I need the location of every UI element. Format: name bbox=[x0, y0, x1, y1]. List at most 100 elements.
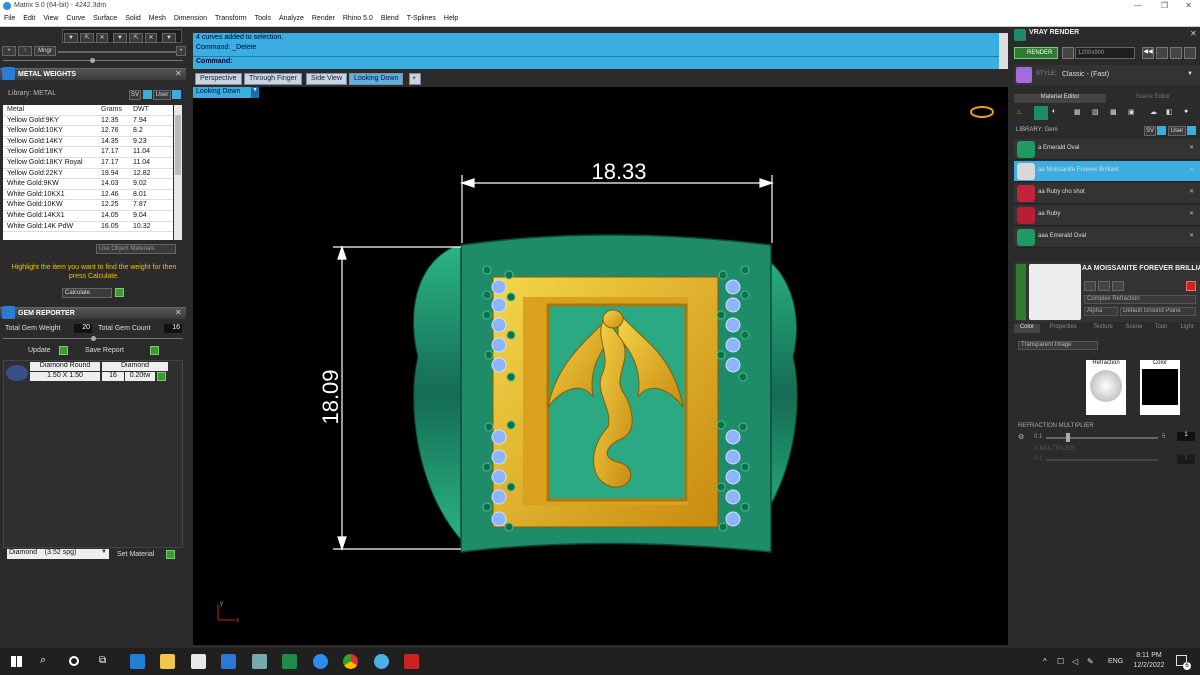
menu-view[interactable]: View bbox=[39, 13, 62, 22]
collapse-arrow-icon[interactable] bbox=[1016, 264, 1026, 320]
texture-icon[interactable]: ▦ bbox=[1074, 108, 1081, 116]
clock-date[interactable]: 12/2/2022 bbox=[1130, 662, 1168, 669]
play-icon[interactable]: ▼ bbox=[113, 33, 127, 43]
tab-scene-editor[interactable]: Scene Editor bbox=[1107, 94, 1199, 103]
sv-toggle[interactable] bbox=[143, 90, 152, 99]
calculate-field[interactable]: Calculate bbox=[62, 288, 112, 298]
add-icon[interactable]: + bbox=[2, 46, 16, 56]
tab-perspective[interactable]: Perspective bbox=[195, 73, 242, 85]
add-icon[interactable]: + bbox=[176, 46, 186, 56]
search-icon[interactable]: ⌕ bbox=[40, 654, 46, 667]
pen-icon[interactable]: ✎ bbox=[1087, 657, 1094, 666]
gem-icon[interactable] bbox=[1034, 106, 1048, 120]
cube-icon[interactable] bbox=[1156, 47, 1168, 59]
cortana-icon[interactable] bbox=[69, 656, 79, 666]
menu-blend[interactable]: Blend bbox=[377, 13, 403, 22]
minimize-button[interactable]: — bbox=[1134, 1, 1142, 10]
clone-icon[interactable]: ▣ bbox=[1128, 108, 1135, 116]
windows-start-icon[interactable] bbox=[11, 656, 22, 667]
tab-material-editor[interactable]: Material Editor bbox=[1014, 94, 1106, 103]
light-icon[interactable]: ● bbox=[1184, 108, 1188, 115]
menu-solid[interactable]: Solid bbox=[121, 13, 145, 22]
alpha-field[interactable]: Alpha bbox=[1084, 307, 1118, 316]
fire-icon[interactable]: ♨ bbox=[1016, 108, 1022, 116]
language-indicator[interactable]: ENG bbox=[1108, 658, 1123, 665]
close-icon[interactable]: ✕ bbox=[96, 33, 108, 43]
menu-mesh[interactable]: Mesh bbox=[145, 13, 170, 22]
grid-icon[interactable]: ▩ bbox=[1110, 108, 1117, 116]
navigation-widget-icon[interactable] bbox=[970, 106, 994, 118]
save-icon[interactable] bbox=[1170, 47, 1182, 59]
update-button[interactable]: Update bbox=[28, 347, 51, 354]
close-icon[interactable]: ✕ bbox=[1189, 166, 1194, 173]
x-multiplier-slider-track[interactable] bbox=[1046, 459, 1158, 461]
resolution-field[interactable]: 1200x900 bbox=[1075, 47, 1135, 59]
close-icon[interactable]: ✕ bbox=[1190, 29, 1197, 38]
tab-light[interactable]: Light bbox=[1176, 324, 1198, 330]
tab-toon[interactable]: Toon bbox=[1150, 324, 1172, 330]
vray-app-icon[interactable] bbox=[404, 654, 419, 669]
x-multiplier-value[interactable]: 1 bbox=[1177, 455, 1195, 464]
menu-tsplines[interactable]: T-Splines bbox=[403, 13, 440, 22]
prev-icon[interactable]: ◀◀ bbox=[1142, 47, 1154, 59]
table-row[interactable]: White Gold:10KX1 12.46 8.01 bbox=[3, 190, 173, 201]
table-row[interactable]: Yellow Gold:22KY 19.94 12.82 bbox=[3, 169, 173, 180]
user-button[interactable]: User bbox=[153, 90, 171, 100]
matrix-app-icon[interactable] bbox=[374, 654, 389, 669]
material-type-field[interactable]: Complex Refraction bbox=[1084, 295, 1196, 304]
file-explorer-icon[interactable] bbox=[160, 654, 175, 669]
menu-tools[interactable]: Tools bbox=[251, 13, 275, 22]
tab-texture[interactable]: Texture bbox=[1088, 324, 1118, 330]
tray-chevron-icon[interactable]: ^ bbox=[1043, 657, 1047, 666]
user-button[interactable]: User bbox=[1168, 126, 1186, 136]
close-icon[interactable]: ✕ bbox=[145, 33, 157, 43]
multiplier-slider-handle[interactable] bbox=[1066, 433, 1071, 442]
close-icon[interactable]: ✕ bbox=[175, 69, 182, 78]
menu-transform[interactable]: Transform bbox=[211, 13, 251, 22]
close-icon[interactable]: ✕ bbox=[1189, 210, 1194, 217]
slider-handle[interactable] bbox=[90, 58, 95, 63]
table-row[interactable]: Yellow Gold:18KY 17.17 11.04 bbox=[3, 147, 173, 158]
material-list-item[interactable]: aa Ruby cho shot ✕ bbox=[1014, 183, 1200, 204]
table-row[interactable]: White Gold:14KX1 14.05 9.04 bbox=[3, 211, 173, 222]
menu-analyze[interactable]: Analyze bbox=[275, 13, 308, 22]
layers-icon[interactable]: ☁ bbox=[1150, 108, 1157, 116]
multiplier-slider-track[interactable] bbox=[1046, 437, 1158, 439]
use-object-materials-checkbox[interactable]: Use Object Materials bbox=[96, 244, 176, 254]
render-button[interactable]: RENDER bbox=[1014, 47, 1058, 59]
close-icon[interactable]: ✕ bbox=[1189, 144, 1194, 151]
table-row[interactable]: Yellow Gold:14KY 14.35 9.23 bbox=[3, 137, 173, 148]
export-icon[interactable]: ◧ bbox=[1166, 108, 1173, 116]
menu-file[interactable]: File bbox=[0, 13, 19, 22]
chrome-icon[interactable] bbox=[343, 654, 358, 669]
manager-button[interactable]: Mngr bbox=[34, 46, 56, 56]
multiplier-value[interactable]: 1 bbox=[1177, 432, 1195, 441]
sv-toggle[interactable] bbox=[1157, 126, 1166, 135]
tab-color[interactable]: Color bbox=[1014, 324, 1040, 333]
save-report-go-button[interactable] bbox=[150, 346, 159, 355]
update-go-button[interactable] bbox=[59, 346, 68, 355]
sv-button[interactable]: SV bbox=[129, 90, 141, 100]
network-icon[interactable]: ☐ bbox=[1057, 657, 1064, 666]
command-input[interactable] bbox=[241, 57, 997, 68]
menu-surface[interactable]: Surface bbox=[89, 13, 121, 22]
table-row[interactable]: Yellow Gold:18KY Royal 17.17 11.04 bbox=[3, 158, 173, 169]
close-button[interactable]: ✕ bbox=[1185, 1, 1192, 10]
table-row[interactable]: Yellow Gold:10KY 12.76 8.2 bbox=[3, 126, 173, 137]
material-list-item[interactable]: a Emerald Oval ✕ bbox=[1014, 139, 1200, 160]
camera-icon[interactable] bbox=[1062, 47, 1074, 59]
menu-rhino[interactable]: Rhino 5.0 bbox=[339, 13, 377, 22]
excel-icon[interactable] bbox=[282, 654, 297, 669]
menu-render[interactable]: Render bbox=[308, 13, 339, 22]
delete-icon[interactable] bbox=[1186, 281, 1196, 291]
close-icon[interactable]: ✕ bbox=[175, 308, 182, 317]
set-material-button[interactable] bbox=[166, 550, 175, 559]
menu-edit[interactable]: Edit bbox=[19, 13, 39, 22]
calculate-button[interactable] bbox=[115, 288, 124, 297]
scrollbar-thumb[interactable] bbox=[175, 115, 181, 175]
zoom-icon[interactable] bbox=[313, 654, 328, 669]
tab-through-finger[interactable]: Through Finger bbox=[244, 73, 302, 85]
material-list-item[interactable]: aa Ruby ✕ bbox=[1014, 205, 1200, 226]
chevron-down-icon[interactable]: ▼ bbox=[101, 549, 107, 555]
task-view-icon[interactable]: ⧉ bbox=[99, 655, 106, 666]
